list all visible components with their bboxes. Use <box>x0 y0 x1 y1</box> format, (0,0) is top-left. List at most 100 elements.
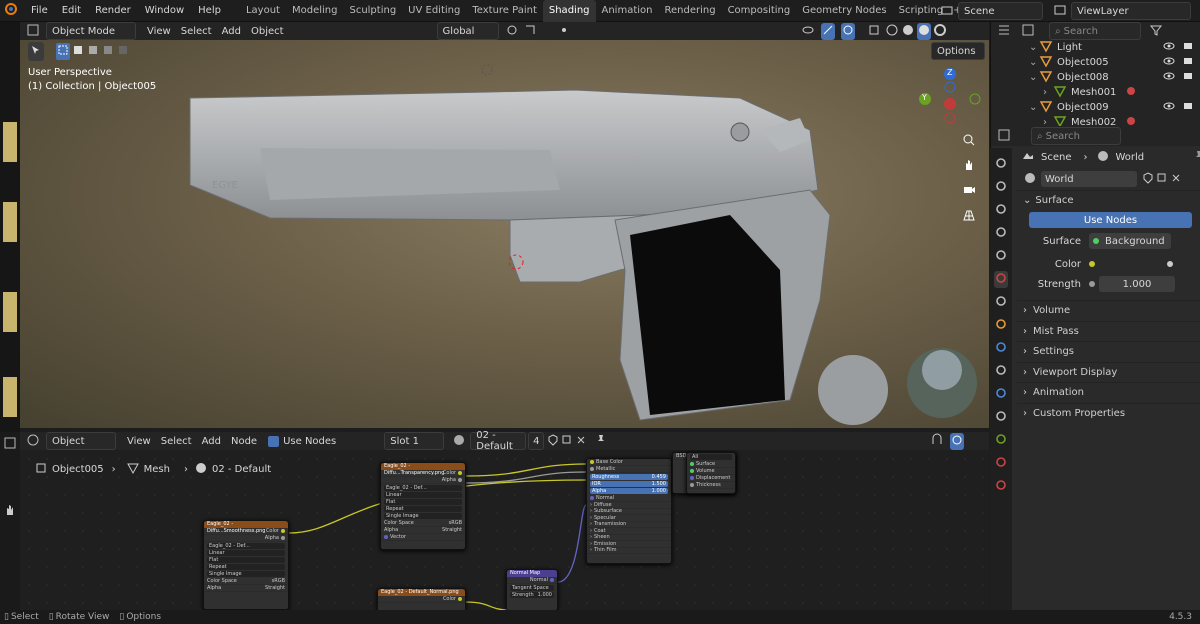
blender-logo-icon[interactable] <box>4 2 18 19</box>
strength-socket-icon[interactable] <box>1089 281 1095 287</box>
shading-material-icon[interactable] <box>916 22 931 40</box>
panel-mist-pass[interactable]: › Mist Pass <box>1017 320 1200 342</box>
filter-icon[interactable] <box>1021 23 1035 40</box>
image-texture-node-3[interactable]: Eagle_02 - Default_Normal.png Color <box>377 588 466 610</box>
world-tab-icon[interactable] <box>994 271 1008 288</box>
visibility-icon[interactable] <box>801 23 815 40</box>
zoom-icon[interactable] <box>962 133 982 150</box>
perspective-grid-icon[interactable] <box>962 208 982 225</box>
tab-uv-editing[interactable]: UV Editing <box>402 0 466 22</box>
alpha-mode-value[interactable]: Straight <box>442 527 462 533</box>
chevron-right-icon[interactable]: ⌄ <box>1029 57 1039 68</box>
chevron-right-icon[interactable]: ⌄ <box>1029 42 1039 53</box>
pin-icon[interactable] <box>1192 149 1200 166</box>
material-browse-icon[interactable] <box>452 433 466 450</box>
fake-user-icon[interactable] <box>546 433 560 450</box>
editor-type-icon[interactable] <box>26 23 40 40</box>
options-button[interactable]: Options <box>931 42 985 60</box>
orientation-selector[interactable]: Global <box>436 22 499 40</box>
output-tab-icon[interactable] <box>994 202 1008 219</box>
camera-restrict-icon[interactable] <box>1182 69 1196 86</box>
outliner-item[interactable]: ⌄ Light <box>991 40 1200 55</box>
panel-viewport-display[interactable]: › Viewport Display <box>1017 361 1200 383</box>
interpolation[interactable]: Linear <box>386 492 402 498</box>
file-thumbnail[interactable] <box>3 122 17 162</box>
input-roughness[interactable]: Roughness <box>592 474 619 480</box>
extension[interactable]: Repeat <box>209 564 227 570</box>
shading-wire-icon[interactable] <box>885 23 899 40</box>
menu-window[interactable]: Window <box>138 0 191 22</box>
source[interactable]: Single Image <box>386 513 419 519</box>
viewport-menu-select[interactable]: Select <box>176 22 217 40</box>
snap-icon[interactable] <box>523 23 537 40</box>
use-nodes-button[interactable]: Use Nodes <box>1029 212 1192 228</box>
view-layer-selector[interactable]: ViewLayer <box>1071 2 1191 20</box>
pan-hand-icon[interactable] <box>962 158 982 175</box>
view-layer-tab-icon[interactable] <box>994 225 1008 242</box>
panel-settings[interactable]: › Settings <box>1017 341 1200 362</box>
modifiers-tab-icon[interactable] <box>994 340 1008 357</box>
select-tool-icon[interactable] <box>28 41 44 61</box>
tab-geometry-nodes[interactable]: Geometry Nodes <box>796 0 892 22</box>
node-menu-node[interactable]: Node <box>226 432 262 450</box>
pivot-icon[interactable] <box>505 23 519 40</box>
viewport-menu-view[interactable]: View <box>142 22 176 40</box>
chevron-right-icon[interactable]: ⌄ <box>1029 72 1039 83</box>
node-hand-icon[interactable] <box>3 503 17 520</box>
use-nodes-checkbox[interactable] <box>268 435 280 447</box>
select-mode-extend-icon[interactable] <box>71 43 85 60</box>
fake-user-icon[interactable] <box>1141 171 1155 188</box>
bsdf-subpanel-thin-film[interactable]: › Thin Film <box>587 547 671 554</box>
interpolation[interactable]: Linear <box>209 550 225 556</box>
duplicate-icon[interactable] <box>1155 171 1169 188</box>
extension[interactable]: Repeat <box>386 506 404 512</box>
outliner-item[interactable]: ⌄ Object009 <box>991 100 1200 115</box>
color-socket-icon[interactable] <box>1089 261 1095 267</box>
slot-selector[interactable]: Slot 1 <box>384 432 445 450</box>
collection-tab-icon[interactable] <box>994 294 1008 311</box>
tab-animation[interactable]: Animation <box>596 0 659 22</box>
select-mode-subtract-icon[interactable] <box>86 43 100 60</box>
outliner-type-icon[interactable] <box>997 23 1011 40</box>
3d-viewport[interactable]: EGYE <box>20 40 989 428</box>
normal-space[interactable]: Tangent Space <box>512 585 549 591</box>
duplicate-material-icon[interactable] <box>560 433 574 450</box>
material-name-field[interactable]: 02 - Default <box>470 430 527 452</box>
surface-panel-header[interactable]: ⌄ Surface <box>1017 190 1200 210</box>
physics-tab-icon[interactable] <box>994 386 1008 403</box>
file-thumbnail[interactable] <box>3 202 17 242</box>
menu-file[interactable]: File <box>24 0 55 22</box>
close-icon[interactable] <box>1169 171 1183 188</box>
tab-texture-paint[interactable]: Texture Paint <box>466 0 543 22</box>
input-ior[interactable]: IOR <box>592 481 601 487</box>
panel-custom-properties[interactable]: › Custom Properties <box>1017 402 1200 424</box>
strength-label[interactable]: Strength <box>512 592 534 598</box>
view-layer-icon[interactable] <box>1053 3 1067 20</box>
scene-icon[interactable] <box>940 3 954 20</box>
properties-type-icon[interactable] <box>997 128 1011 145</box>
alpha-mode-value[interactable]: Straight <box>265 585 285 591</box>
object-tab-icon[interactable] <box>994 317 1008 334</box>
proportional-icon[interactable] <box>557 23 571 40</box>
tab-shading[interactable]: Shading <box>542 0 596 22</box>
color-swatch[interactable] <box>1167 261 1173 267</box>
normal-map-node[interactable]: Normal Map Normal Tangent Space Strength… <box>506 569 558 610</box>
tab-rendering[interactable]: Rendering <box>658 0 721 22</box>
alpha-value[interactable]: 1.000 <box>652 488 666 494</box>
shader-type-selector[interactable]: Object <box>46 432 116 450</box>
source[interactable]: Single Image <box>209 571 242 577</box>
file-thumbnail[interactable] <box>3 377 17 417</box>
navigation-gizmo[interactable]: Z Y <box>915 65 985 125</box>
select-mode-invert-icon[interactable] <box>101 43 115 60</box>
constraints-tab-icon[interactable] <box>994 409 1008 426</box>
projection[interactable]: Flat <box>209 557 218 563</box>
strength-value[interactable]: 1.000 <box>538 592 552 598</box>
pin-icon[interactable] <box>594 433 608 450</box>
node-menu-select[interactable]: Select <box>156 432 197 450</box>
overlay-toggle-icon[interactable] <box>840 22 855 40</box>
xray-icon[interactable] <box>867 23 881 40</box>
data-tab-icon[interactable] <box>994 432 1008 449</box>
select-mode-new-icon[interactable] <box>56 42 70 60</box>
mode-selector[interactable]: Object Mode <box>46 22 136 40</box>
menu-edit[interactable]: Edit <box>55 0 88 22</box>
